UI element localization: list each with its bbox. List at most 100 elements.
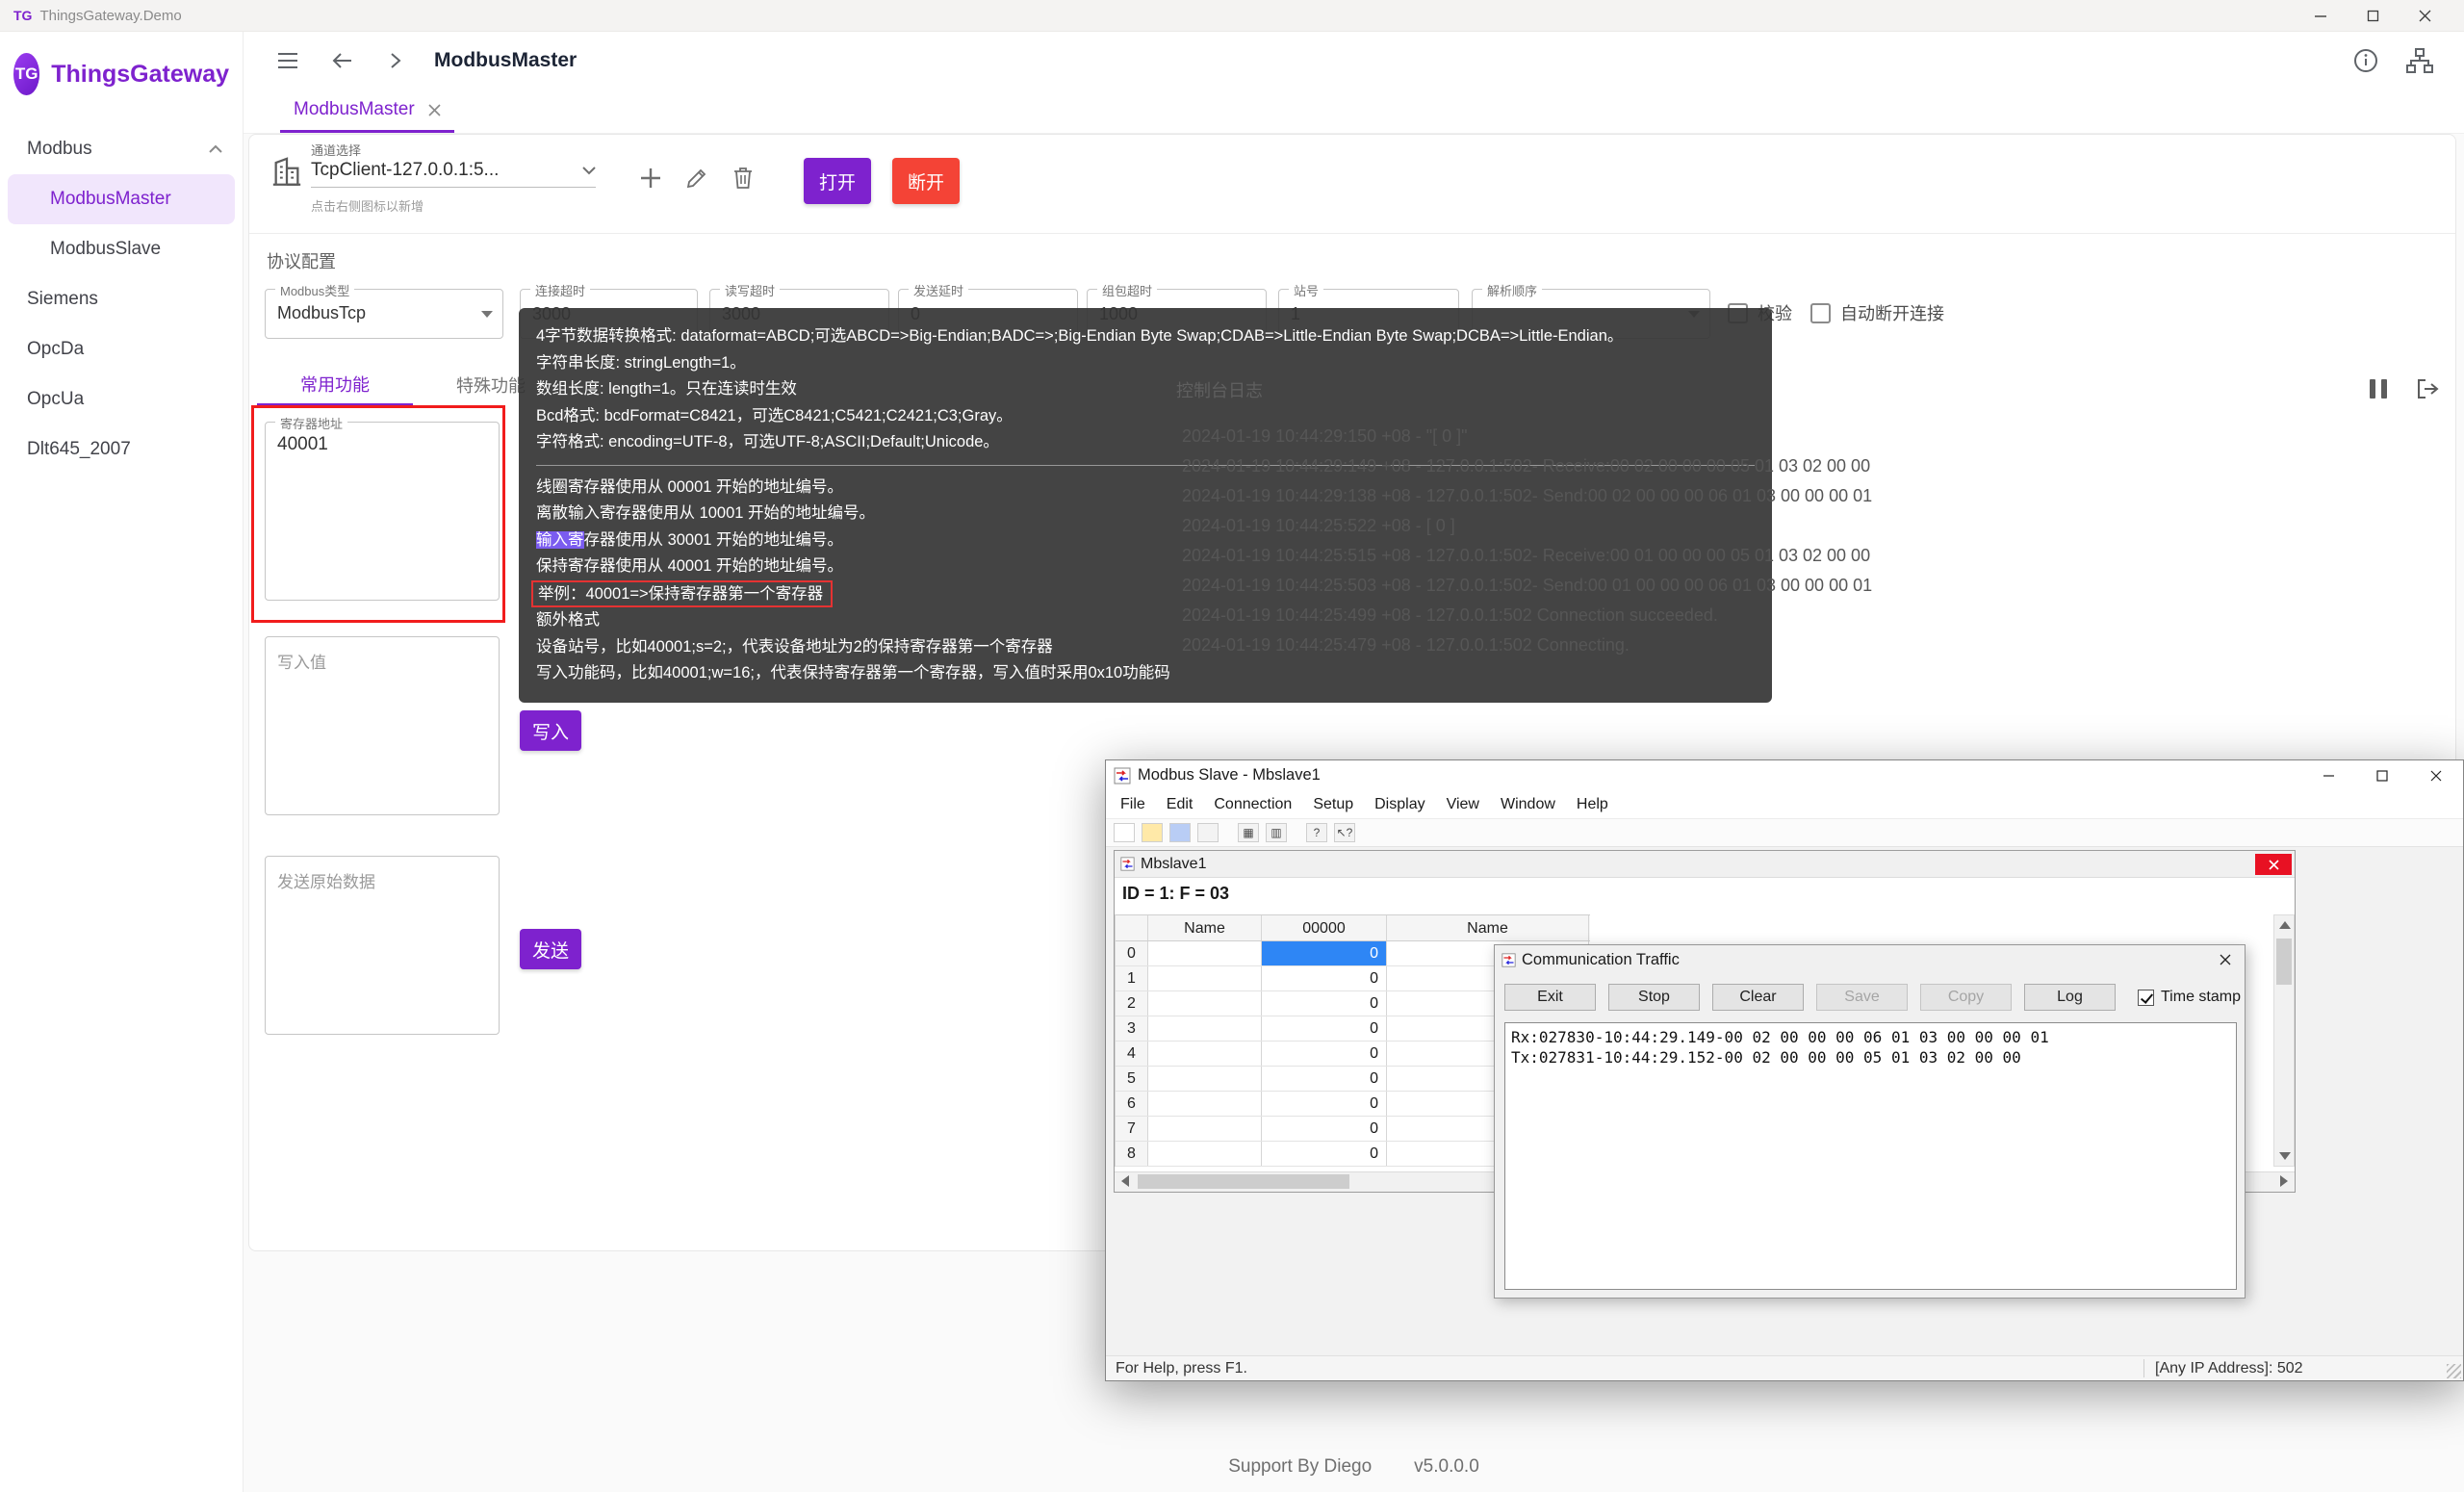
slave-id-header: ID = 1: F = 03	[1122, 884, 1229, 904]
display-setup-icon[interactable]: ▦	[1238, 823, 1259, 842]
vertical-scrollbar[interactable]	[2273, 914, 2295, 1167]
menu-file[interactable]: File	[1110, 796, 1156, 813]
console-title: 控制台日志	[1176, 377, 1263, 402]
save-button[interactable]: Save	[1816, 984, 1908, 1011]
send-button[interactable]: 发送	[520, 929, 581, 969]
channel-select-label: 通道选择	[311, 141, 361, 159]
mbslave1-title: Mbslave1	[1141, 856, 1206, 873]
write-button[interactable]: 写入	[520, 710, 581, 751]
back-arrow-icon[interactable]	[322, 41, 361, 80]
tooltip-line-rest: 存器使用从 30001 开始的地址编号。	[584, 531, 844, 549]
sidebar-item-siemens[interactable]: Siemens	[8, 274, 235, 324]
traffic-list[interactable]: Rx:027830-10:44:29.149-00 02 00 00 00 06…	[1504, 1022, 2237, 1290]
window-maximize-button[interactable]	[2347, 0, 2399, 31]
sidebar-item-modbusmaster[interactable]: ModbusMaster	[8, 174, 235, 224]
mbslave1-doc-icon	[1120, 857, 1135, 871]
window-close-button[interactable]	[2399, 0, 2451, 31]
modbus-type-select[interactable]: Modbus类型 ModbusTcp	[265, 289, 503, 339]
resize-grip[interactable]	[2447, 1364, 2461, 1378]
tab-modbusmaster[interactable]: ModbusMaster	[280, 90, 454, 133]
tooltip-line: 写入功能码，比如40001;w=16;，代表保持寄存器第一个寄存器，写入值时采用…	[536, 660, 1755, 687]
raw-data-label: 发送原始数据	[277, 868, 375, 892]
open-button[interactable]: 打开	[804, 158, 871, 204]
slave-minimize-button[interactable]	[2301, 760, 2355, 790]
scroll-up-arrow[interactable]	[2279, 921, 2291, 929]
log-button[interactable]: Log	[2024, 984, 2116, 1011]
mbslave1-titlebar[interactable]: Mbslave1	[1115, 851, 2295, 878]
slave-maximize-button[interactable]	[2355, 760, 2409, 790]
sidebar-item-opcda[interactable]: OpcDa	[8, 324, 235, 374]
selected-cell[interactable]: 0	[1262, 941, 1387, 965]
auto-disconnect-checkbox[interactable]	[1810, 303, 1831, 323]
auto-disconnect-checkbox-label: 自动断开连接	[1840, 300, 1944, 325]
menu-window[interactable]: Window	[1490, 796, 1566, 813]
slave-titlebar[interactable]: Modbus Slave - Mbslave1	[1106, 760, 2463, 790]
traffic-titlebar[interactable]: Communication Traffic	[1495, 945, 2245, 974]
connect-timeout-label: 连接超时	[530, 281, 590, 299]
chevron-down-icon	[582, 167, 596, 175]
add-channel-button[interactable]	[632, 160, 669, 196]
channel-hint: 点击右侧图标以新增	[311, 196, 424, 215]
scroll-down-arrow[interactable]	[2279, 1152, 2291, 1160]
tab-close-icon[interactable]	[428, 104, 441, 116]
exit-button[interactable]: Exit	[1504, 984, 1596, 1011]
sidebar-item-dlt645[interactable]: Dlt645_2007	[8, 424, 235, 475]
scroll-thumb[interactable]	[1138, 1174, 1349, 1189]
sidebar-nav: Modbus ModbusMaster ModbusSlave Siemens …	[0, 120, 243, 478]
display-bars-icon[interactable]: ▥	[1266, 823, 1287, 842]
console-line: 2024-01-19 10:44:29:149 +08 - 127.0.0.1:…	[1182, 451, 1872, 481]
scroll-left-arrow[interactable]	[1121, 1175, 1129, 1187]
menu-help[interactable]: Help	[1566, 796, 1619, 813]
console-line: 2024-01-19 10:44:29:138 +08 - 127.0.0.1:…	[1182, 481, 1872, 511]
write-value-field[interactable]: 写入值	[265, 636, 500, 815]
tab-common-functions[interactable]: 常用功能	[257, 364, 413, 406]
help-icon[interactable]: ?	[1306, 823, 1327, 842]
channel-select[interactable]: TcpClient-127.0.0.1:5...	[311, 160, 596, 188]
grid-col-address: 00000	[1262, 915, 1387, 940]
menu-setup[interactable]: Setup	[1302, 796, 1364, 813]
sidebar-group-label: Modbus	[27, 139, 92, 160]
menu-view[interactable]: View	[1436, 796, 1490, 813]
sidebar-group-modbus[interactable]: Modbus	[8, 124, 235, 174]
copy-button[interactable]: Copy	[1920, 984, 2012, 1011]
chevron-right-icon[interactable]	[376, 41, 415, 80]
scroll-right-arrow[interactable]	[2280, 1175, 2288, 1187]
pause-icon[interactable]	[2370, 379, 2387, 399]
station-label: 站号	[1289, 281, 1323, 299]
sitemap-icon[interactable]	[2400, 41, 2439, 80]
grid-header-row: Name 00000 Name	[1116, 914, 1590, 941]
scroll-thumb[interactable]	[2276, 939, 2292, 985]
save-icon[interactable]	[1169, 823, 1191, 842]
toolbar-separator	[1225, 823, 1231, 842]
console-line: 2024-01-19 10:44:25:499 +08 - 127.0.0.1:…	[1182, 601, 1872, 630]
menu-display[interactable]: Display	[1364, 796, 1435, 813]
sidebar-item-modbusslave[interactable]: ModbusSlave	[8, 224, 235, 274]
slave-close-button[interactable]	[2409, 760, 2463, 790]
new-file-icon[interactable]	[1114, 823, 1135, 842]
console-line: 2024-01-19 10:44:25:479 +08 - 127.0.0.1:…	[1182, 630, 1872, 660]
stop-button[interactable]: Stop	[1608, 984, 1700, 1011]
traffic-close-icon[interactable]	[2206, 945, 2245, 974]
console-line: 2024-01-19 10:44:25:503 +08 - 127.0.0.1:…	[1182, 571, 1872, 601]
hamburger-menu-icon[interactable]	[269, 41, 307, 80]
info-icon[interactable]	[2347, 41, 2385, 80]
sidebar-item-opcua[interactable]: OpcUa	[8, 374, 235, 424]
slave-statusbar: For Help, press F1. [Any IP Address]: 50…	[1106, 1355, 2463, 1380]
delete-channel-button[interactable]	[725, 160, 761, 196]
brand-name: ThingsGateway	[51, 61, 229, 89]
window-minimize-button[interactable]	[2295, 0, 2347, 31]
context-help-icon[interactable]: ↖?	[1334, 823, 1355, 842]
timestamp-checkbox[interactable]	[2138, 990, 2154, 1006]
edit-channel-button[interactable]	[679, 160, 715, 196]
raw-data-field[interactable]: 发送原始数据	[265, 856, 500, 1035]
open-file-icon[interactable]	[1142, 823, 1163, 842]
export-log-icon[interactable]	[2416, 377, 2441, 400]
main-header: ModbusMaster	[244, 32, 2464, 90]
mbslave1-close-button[interactable]	[2255, 854, 2292, 875]
menu-connection[interactable]: Connection	[1203, 796, 1302, 813]
selected-text: 输入寄	[536, 531, 584, 549]
clear-button[interactable]: Clear	[1712, 984, 1804, 1011]
disconnect-button[interactable]: 断开	[892, 158, 960, 204]
print-icon[interactable]	[1197, 823, 1219, 842]
menu-edit[interactable]: Edit	[1156, 796, 1204, 813]
